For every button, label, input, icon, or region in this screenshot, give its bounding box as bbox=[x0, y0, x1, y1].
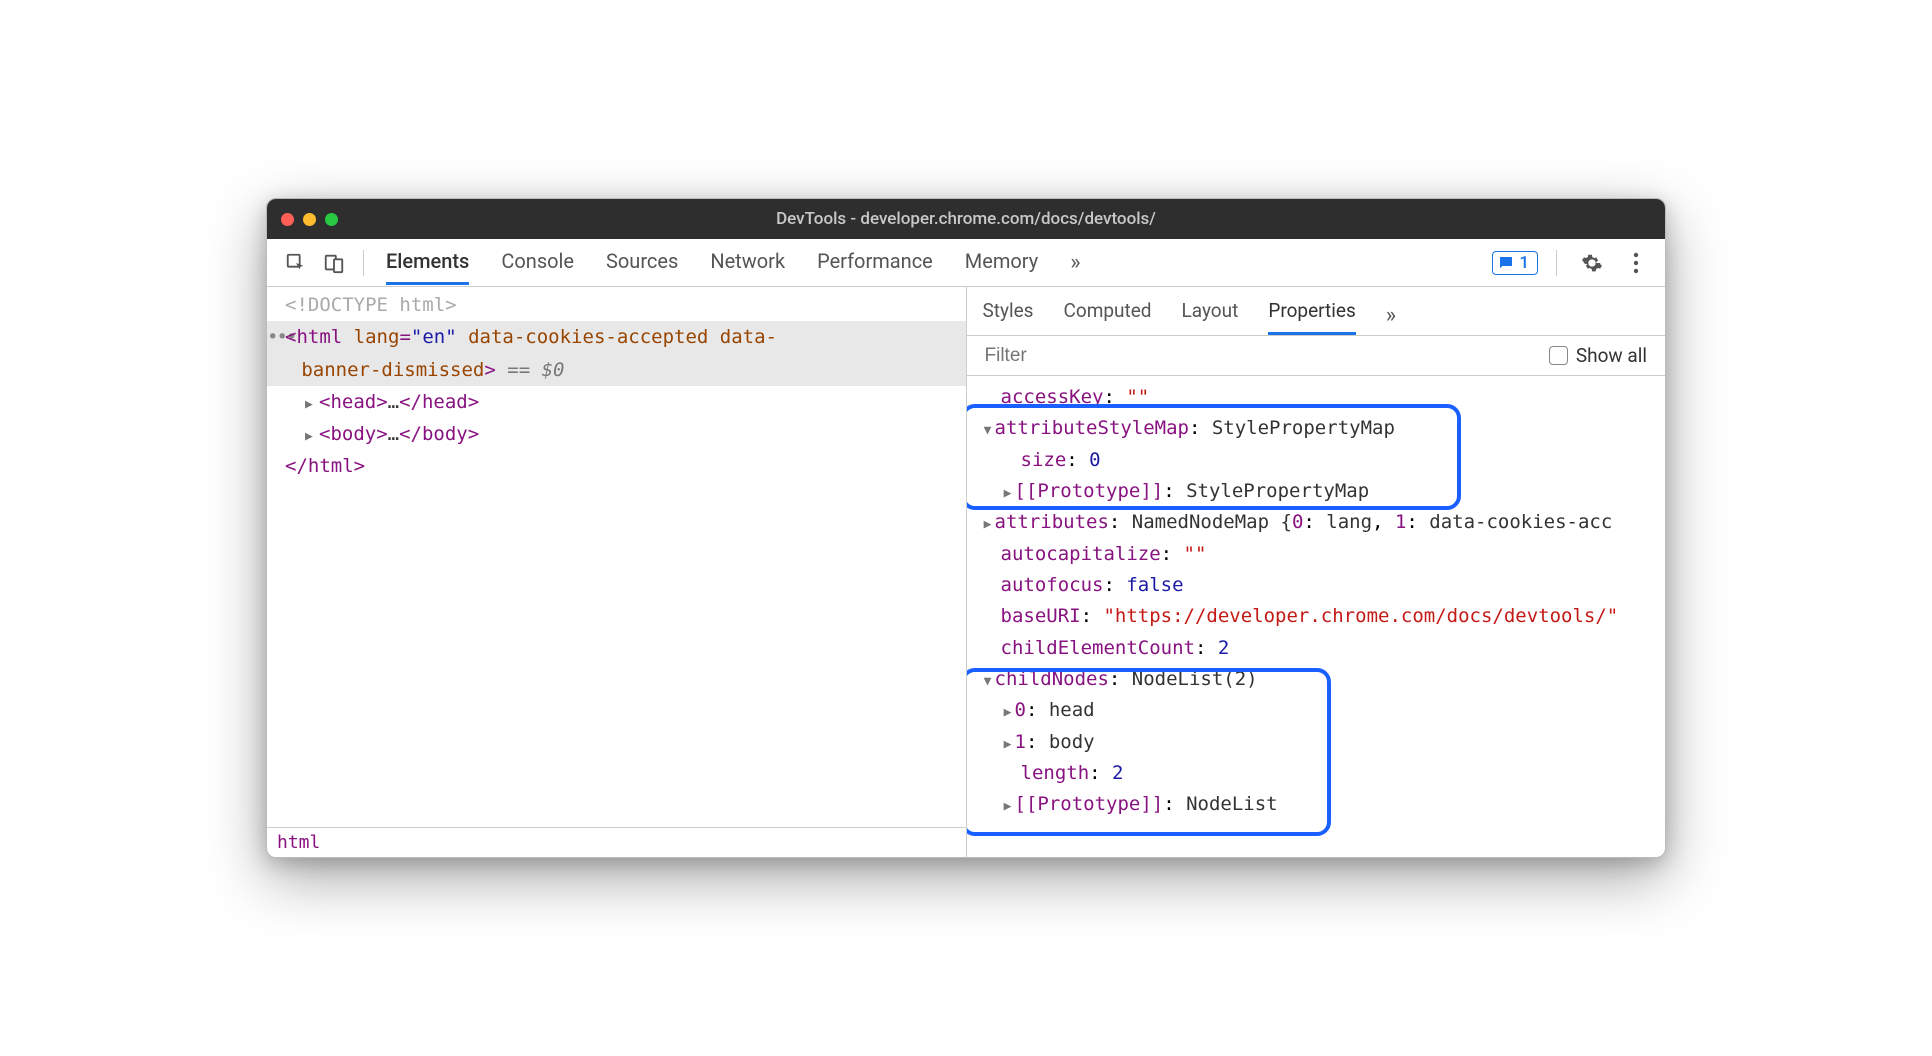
prop-attributes[interactable]: ▶attributes: NamedNodeMap {0: lang, 1: d… bbox=[981, 507, 1666, 538]
dom-html-close[interactable]: </html> bbox=[267, 450, 966, 482]
dom-tree[interactable]: <!DOCTYPE html> •••<html lang="en" data-… bbox=[267, 287, 966, 827]
prop-autofocus[interactable]: autofocus: false bbox=[981, 570, 1666, 601]
kebab-menu-icon[interactable] bbox=[1619, 246, 1653, 280]
window-title: DevTools - developer.chrome.com/docs/dev… bbox=[267, 209, 1665, 229]
content-area: <!DOCTYPE html> •••<html lang="en" data-… bbox=[267, 287, 1665, 857]
devtools-window: DevTools - developer.chrome.com/docs/dev… bbox=[266, 198, 1666, 858]
prop-length[interactable]: length: 2 bbox=[981, 758, 1666, 789]
tab-elements[interactable]: Elements bbox=[386, 240, 469, 285]
device-toolbar-icon[interactable] bbox=[317, 246, 351, 280]
prop-childnodes-0[interactable]: ▶0: head bbox=[981, 695, 1666, 726]
prop-childnodes[interactable]: ▼childNodes: NodeList(2) bbox=[981, 664, 1666, 695]
prop-childelementcount[interactable]: childElementCount: 2 bbox=[981, 633, 1666, 664]
properties-list[interactable]: accessKey: "" ▼attributeStyleMap: StyleP… bbox=[967, 376, 1666, 857]
prop-prototype-1[interactable]: ▶[[Prototype]]: StylePropertyMap bbox=[981, 476, 1666, 507]
dom-doctype[interactable]: <!DOCTYPE html> bbox=[267, 289, 966, 321]
prop-autocapitalize[interactable]: autocapitalize: "" bbox=[981, 539, 1666, 570]
filter-input[interactable] bbox=[985, 345, 1549, 367]
message-icon bbox=[1497, 254, 1515, 272]
minimize-window-button[interactable] bbox=[303, 213, 316, 226]
traffic-lights bbox=[281, 213, 338, 226]
more-sidebar-tabs-icon[interactable]: » bbox=[1386, 303, 1396, 328]
show-all-checkbox[interactable] bbox=[1549, 346, 1568, 365]
prop-size[interactable]: size: 0 bbox=[981, 445, 1666, 476]
close-window-button[interactable] bbox=[281, 213, 294, 226]
prop-prototype-2[interactable]: ▶[[Prototype]]: NodeList bbox=[981, 789, 1666, 820]
main-tabs: Elements Console Sources Network Perform… bbox=[386, 240, 1488, 285]
show-all-toggle[interactable]: Show all bbox=[1549, 344, 1647, 367]
tab-sources[interactable]: Sources bbox=[606, 240, 678, 285]
maximize-window-button[interactable] bbox=[325, 213, 338, 226]
tab-memory[interactable]: Memory bbox=[965, 240, 1038, 285]
window-titlebar: DevTools - developer.chrome.com/docs/dev… bbox=[267, 199, 1665, 239]
separator bbox=[363, 250, 364, 276]
tab-computed[interactable]: Computed bbox=[1064, 295, 1152, 335]
prop-accesskey[interactable]: accessKey: "" bbox=[981, 382, 1666, 413]
tab-performance[interactable]: Performance bbox=[817, 240, 933, 285]
elements-pane: <!DOCTYPE html> •••<html lang="en" data-… bbox=[267, 287, 967, 857]
messages-badge[interactable]: 1 bbox=[1492, 251, 1538, 275]
settings-icon[interactable] bbox=[1575, 246, 1609, 280]
prop-attributestylemap[interactable]: ▼attributeStyleMap: StylePropertyMap bbox=[981, 413, 1666, 444]
filter-row: Show all bbox=[967, 336, 1666, 376]
sidebar-tabs: Styles Computed Layout Properties » bbox=[967, 287, 1666, 336]
more-tabs-icon[interactable]: » bbox=[1070, 250, 1080, 275]
dom-head[interactable]: ▶<head>…</head> bbox=[267, 386, 966, 418]
inspect-element-icon[interactable] bbox=[279, 246, 313, 280]
tab-properties[interactable]: Properties bbox=[1268, 295, 1355, 335]
toolbar-right: 1 bbox=[1492, 246, 1653, 280]
sidebar-pane: Styles Computed Layout Properties » Show… bbox=[967, 287, 1666, 857]
show-all-label: Show all bbox=[1576, 344, 1647, 367]
dom-body[interactable]: ▶<body>…</body> bbox=[267, 418, 966, 450]
dom-html-open[interactable]: •••<html lang="en" data-cookies-accepted… bbox=[267, 321, 966, 386]
prop-childnodes-1[interactable]: ▶1: body bbox=[981, 727, 1666, 758]
message-count: 1 bbox=[1519, 253, 1529, 273]
tab-console[interactable]: Console bbox=[501, 240, 574, 285]
tab-styles[interactable]: Styles bbox=[983, 295, 1034, 335]
tab-layout[interactable]: Layout bbox=[1182, 295, 1239, 335]
tab-network[interactable]: Network bbox=[710, 240, 785, 285]
separator bbox=[1556, 250, 1557, 276]
prop-baseuri[interactable]: baseURI: "https://developer.chrome.com/d… bbox=[981, 601, 1666, 632]
breadcrumb[interactable]: html bbox=[267, 827, 966, 857]
main-toolbar: Elements Console Sources Network Perform… bbox=[267, 239, 1665, 287]
